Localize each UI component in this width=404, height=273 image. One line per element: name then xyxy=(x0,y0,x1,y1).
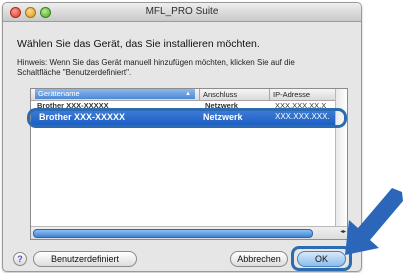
pointer-arrow-icon xyxy=(345,188,403,255)
column-header-ip-address[interactable]: IP-Adresse xyxy=(273,90,310,99)
horizontal-scrollbar[interactable]: ◂ ▸ xyxy=(31,226,347,239)
column-divider xyxy=(199,89,200,100)
selected-row-highlight xyxy=(27,108,347,128)
dialog-hint: Hinweis: Wenn Sie das Gerät manuell hinz… xyxy=(17,58,295,77)
cancel-button[interactable]: Abbrechen xyxy=(230,251,288,267)
column-header-device-name[interactable]: Gerätename ▲ xyxy=(35,89,195,99)
scrollbar-thumb[interactable] xyxy=(33,229,313,238)
column-header-label: Gerätename xyxy=(38,89,80,98)
ok-button-highlight xyxy=(291,246,352,271)
window-title: MFL_PRO Suite xyxy=(145,6,219,17)
column-divider xyxy=(269,89,270,100)
custom-button[interactable]: Benutzerdefiniert xyxy=(33,251,137,267)
help-button[interactable]: ? xyxy=(13,252,27,266)
title-bar: MFL_PRO Suite xyxy=(3,3,361,22)
sort-ascending-icon: ▲ xyxy=(185,91,191,97)
table-header: Gerätename ▲ Anschluss IP-Adresse xyxy=(31,89,335,101)
dialog-heading: Wählen Sie das Gerät, das Sie installier… xyxy=(17,38,260,50)
column-header-connection[interactable]: Anschluss xyxy=(203,90,237,99)
